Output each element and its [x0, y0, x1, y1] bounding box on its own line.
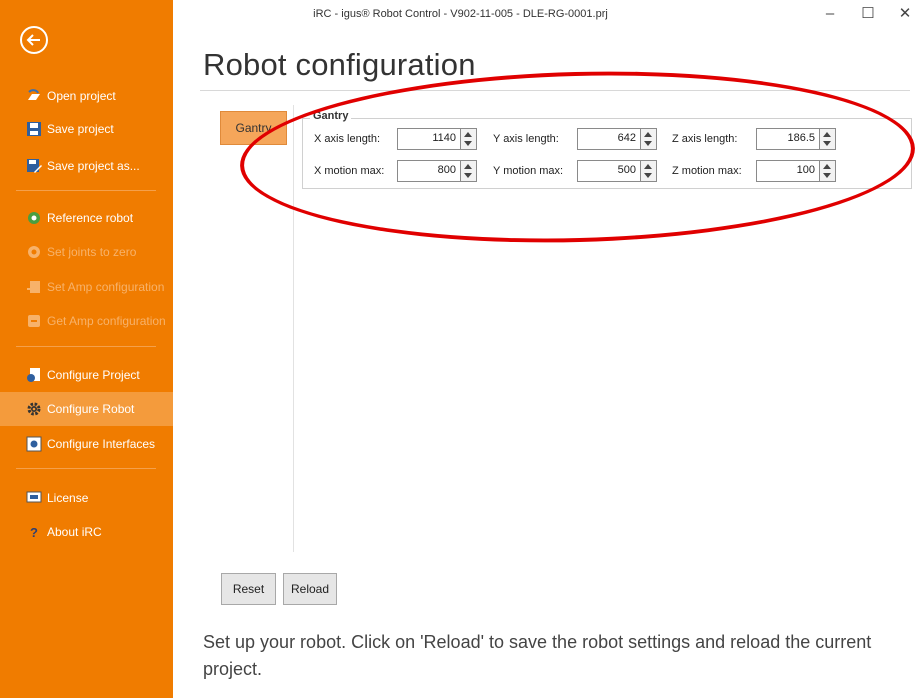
configure-project-icon — [26, 367, 42, 383]
group-title: Gantry — [310, 110, 352, 122]
sidebar-item-label: Configure Interfaces — [47, 437, 156, 451]
sidebar-item-label: Open project — [47, 89, 116, 103]
page-description: Set up your robot. Click on 'Reload' to … — [203, 632, 872, 679]
z-axis-length-label: Z axis length: — [672, 133, 738, 145]
sidebar-item-configure-interfaces[interactable]: Configure Interfaces — [0, 427, 173, 461]
y-axis-length-label: Y axis length: — [493, 133, 559, 145]
window-title: iRC - igus® Robot Control - V902-11-005 … — [313, 8, 608, 20]
open-folder-icon — [26, 88, 42, 104]
sidebar-item-label: License — [47, 491, 89, 505]
sidebar-item-open-project[interactable]: Open project — [0, 79, 173, 113]
sidebar-item-about-irc[interactable]: ? About iRC — [0, 515, 173, 549]
interfaces-icon — [26, 436, 42, 452]
sidebar-item-label: Save project as... — [47, 159, 140, 173]
reset-button[interactable]: Reset — [221, 573, 276, 605]
sidebar-item-configure-robot[interactable]: Configure Robot — [0, 392, 173, 426]
x-axis-length-input[interactable]: 1140 — [397, 128, 477, 150]
sidebar-item-label: Save project — [47, 122, 114, 136]
sidebar-item-reference-robot[interactable]: Reference robot — [0, 201, 173, 235]
sidebar-item-label: Get Amp configuration — [47, 314, 166, 328]
get-amp-icon — [26, 313, 42, 329]
spinner-arrows-icon[interactable] — [640, 160, 657, 182]
zero-joints-icon — [26, 244, 42, 260]
y-axis-length-input[interactable]: 642 — [577, 128, 657, 150]
x-axis-length-label: X axis length: — [314, 133, 381, 145]
sidebar-item-label: About iRC — [47, 525, 102, 539]
reload-button[interactable]: Reload — [283, 573, 337, 605]
z-axis-length-input[interactable]: 186.5 — [756, 128, 836, 150]
maximize-button[interactable]: ☐ — [853, 4, 883, 24]
z-motion-max-label: Z motion max: — [672, 165, 742, 177]
x-motion-max-label: X motion max: — [314, 165, 385, 177]
spinner-value: 1140 — [432, 132, 456, 144]
sidebar-item-set-joints-to-zero[interactable]: Set joints to zero — [0, 235, 173, 269]
sidebar-item-save-project[interactable]: Save project — [0, 112, 173, 146]
y-motion-max-label: Y motion max: — [493, 165, 564, 177]
license-icon — [26, 490, 42, 506]
save-icon — [26, 121, 42, 137]
sidebar-item-label: Configure Robot — [47, 402, 135, 416]
sidebar-item-configure-project[interactable]: Configure Project — [0, 358, 173, 392]
gear-icon — [26, 401, 42, 417]
title-bar: iRC - igus® Robot Control - V902-11-005 … — [173, 0, 920, 30]
spinner-arrows-icon[interactable] — [819, 160, 836, 182]
sidebar-divider — [16, 190, 156, 191]
tab-gantry[interactable]: Gantry — [220, 111, 287, 145]
sidebar-item-label: Set joints to zero — [47, 245, 137, 259]
panel-divider — [293, 105, 294, 552]
sidebar-divider — [16, 346, 156, 347]
spinner-arrows-icon[interactable] — [640, 128, 657, 150]
z-motion-max-input[interactable]: 100 — [756, 160, 836, 182]
close-button[interactable]: ✕ — [890, 4, 920, 24]
y-motion-max-input[interactable]: 500 — [577, 160, 657, 182]
set-amp-icon — [26, 279, 42, 295]
sidebar-item-label: Reference robot — [47, 211, 134, 225]
sidebar-item-label: Set Amp configuration — [47, 280, 165, 294]
sidebar-item-set-amp-configuration[interactable]: Set Amp configuration — [0, 270, 173, 304]
question-icon: ? — [30, 524, 38, 540]
spinner-value: 642 — [617, 132, 636, 144]
spinner-value: 800 — [437, 164, 456, 176]
back-arrow-icon[interactable] — [20, 26, 48, 54]
spinner-value: 500 — [617, 164, 636, 176]
save-as-icon — [26, 158, 42, 174]
reference-icon — [26, 210, 42, 226]
x-motion-max-input[interactable]: 800 — [397, 160, 477, 182]
page-title: Robot configuration — [203, 47, 476, 82]
spinner-arrows-icon[interactable] — [460, 160, 477, 182]
title-divider — [200, 90, 910, 91]
sidebar: Open project Save project Save project a… — [0, 0, 173, 698]
minimize-button[interactable]: – — [815, 4, 845, 24]
spinner-value: 186.5 — [787, 132, 815, 144]
spinner-arrows-icon[interactable] — [460, 128, 477, 150]
spinner-value: 100 — [796, 164, 815, 176]
sidebar-item-label: Configure Project — [47, 368, 140, 382]
spinner-arrows-icon[interactable] — [819, 128, 836, 150]
sidebar-item-get-amp-configuration[interactable]: Get Amp configuration — [0, 304, 173, 338]
sidebar-item-save-project-as[interactable]: Save project as... — [0, 149, 173, 183]
sidebar-item-license[interactable]: License — [0, 481, 173, 515]
sidebar-divider — [16, 468, 156, 469]
